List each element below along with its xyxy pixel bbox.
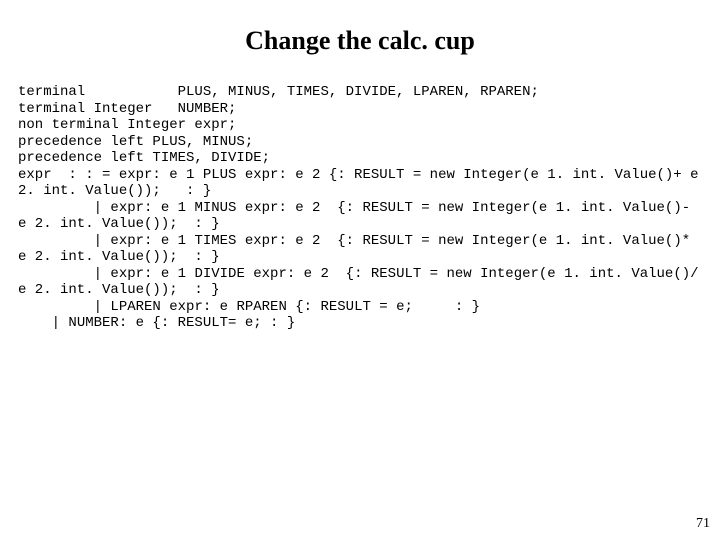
slide-title: Change the calc. cup [18,26,702,56]
slide: Change the calc. cup terminal PLUS, MINU… [0,0,720,540]
page-number: 71 [696,516,710,532]
code-block: terminal PLUS, MINUS, TIMES, DIVIDE, LPA… [18,84,702,332]
